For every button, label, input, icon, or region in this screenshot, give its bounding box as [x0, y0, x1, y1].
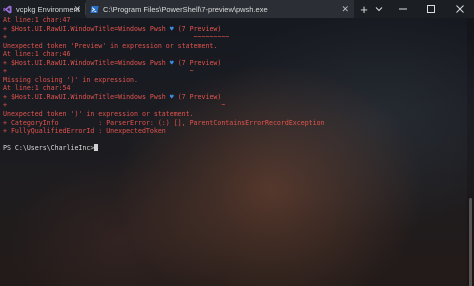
error-line: + ~ — [3, 67, 468, 76]
line-text: At line:1 char:54 — [3, 84, 71, 93]
close-icon[interactable]: ✕ — [73, 3, 81, 15]
powershell-icon — [90, 5, 99, 14]
error-line: At line:1 char:46 — [3, 50, 468, 59]
line-text: + $Host.UI.RawUI.WindowTitle=Windows Pws… — [3, 92, 170, 101]
scrollbar[interactable] — [467, 18, 474, 286]
error-line: + ~~~~~~~~~ — [3, 33, 468, 42]
line-suffix: (7 Preview) — [173, 24, 222, 33]
error-line: Missing closing ')' in expression. — [3, 76, 468, 85]
error-line: + ~ — [3, 101, 468, 110]
line-text: + ~~~~~~~~~ — [3, 33, 230, 42]
plus-icon: + — [360, 1, 368, 17]
close-icon[interactable]: ✕ — [341, 3, 349, 15]
line-text: + FullyQualifiedErrorId : UnexpectedToke… — [3, 127, 166, 136]
error-line: + $Host.UI.RawUI.WindowTitle=Windows Pws… — [3, 25, 468, 34]
visual-studio-icon — [3, 5, 12, 14]
terminal-output[interactable]: At line:1 char:47 + $Host.UI.RawUI.Window… — [3, 16, 468, 153]
error-line: + CategoryInfo : ParserError: (:) [], Pa… — [3, 119, 468, 128]
minimize-icon — [399, 8, 407, 10]
text-cursor — [94, 144, 99, 152]
maximize-icon — [427, 5, 435, 13]
line-text: Missing closing ')' in expression. — [3, 75, 138, 84]
error-line: + FullyQualifiedErrorId : UnexpectedToke… — [3, 127, 468, 136]
line-text: + CategoryInfo : ParserError: (:) [], Pa… — [3, 118, 325, 127]
line-text: + $Host.UI.RawUI.WindowTitle=Windows Pws… — [3, 58, 170, 67]
line-text: PS C:\Users\CharlieInc> — [3, 144, 95, 153]
line-text: + ~ — [3, 101, 226, 110]
error-line: Unexpected token ')' in expression or st… — [3, 110, 468, 119]
error-line: Unexpected token 'Preview' in expression… — [3, 42, 468, 51]
error-line: + $Host.UI.RawUI.WindowTitle=Windows Pws… — [3, 93, 468, 102]
tab-label: vcpkg Environment — [16, 4, 80, 14]
error-line: At line:1 char:47 — [3, 16, 468, 25]
line-text: Unexpected token 'Preview' in expression… — [3, 41, 218, 50]
line-text: + $Host.UI.RawUI.WindowTitle=Windows Pws… — [3, 24, 170, 33]
line-text: + ~ — [3, 67, 194, 76]
error-line: At line:1 char:54 — [3, 84, 468, 93]
scrollbar-thumb[interactable] — [469, 198, 472, 286]
line-suffix: (7 Preview) — [173, 92, 222, 101]
tab-label: C:\Program Files\PowerShell\7-preview\pw… — [103, 4, 268, 14]
error-line: + $Host.UI.RawUI.WindowTitle=Windows Pws… — [3, 59, 468, 68]
line-text: Unexpected token ')' in expression or st… — [3, 110, 194, 119]
line-text: At line:1 char:46 — [3, 50, 71, 59]
line-suffix: (7 Preview) — [173, 58, 222, 67]
close-icon — [455, 5, 464, 13]
prompt-line: PS C:\Users\CharlieInc> — [3, 144, 468, 153]
chevron-down-icon — [375, 7, 383, 12]
line-text: At line:1 char:47 — [3, 16, 71, 24]
